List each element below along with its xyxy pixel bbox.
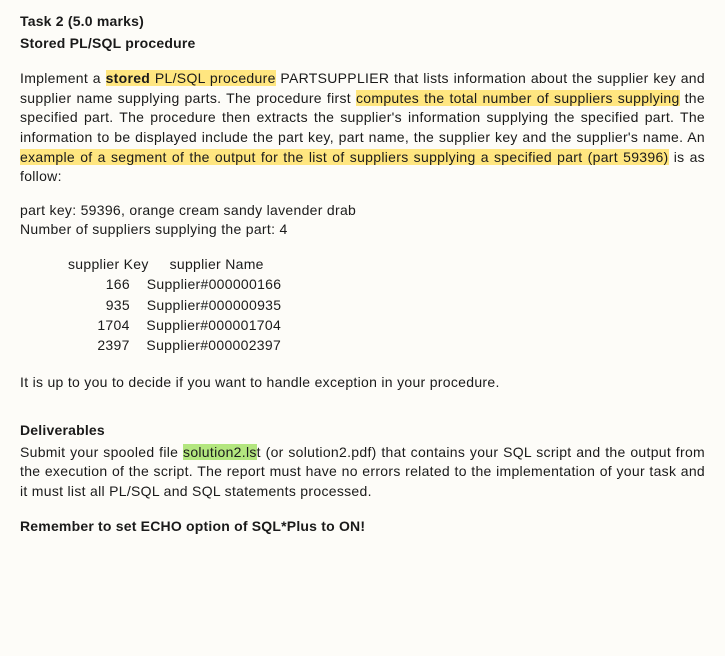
table-row: 935 Supplier#000000935 [68, 295, 705, 315]
output-line-1: part key: 59396, orange cream sandy lave… [20, 201, 705, 221]
remember-note: Remember to set ECHO option of SQL*Plus … [20, 517, 705, 537]
highlight-stored: stored [106, 70, 151, 86]
intro-paragraph: Implement a stored PL/SQL procedure PART… [20, 69, 705, 187]
supplier-table: supplier Key supplier Name 166 Supplier#… [68, 254, 705, 355]
output-block: part key: 59396, orange cream sandy lave… [20, 201, 705, 240]
table-row: 1704 Supplier#000001704 [68, 315, 705, 335]
highlight-procedure: PL/SQL procedure [150, 70, 275, 86]
highlight-computes: computes the total number of suppliers s… [356, 90, 680, 106]
deliverables-heading: Deliverables [20, 421, 705, 441]
text: PARTSUPPLIE [276, 70, 379, 86]
text: Submit your spooled file [20, 444, 183, 460]
table-row: 2397 Supplier#000002397 [68, 335, 705, 355]
task-subtitle: Stored PL/SQL procedure [20, 34, 705, 54]
exception-note: It is up to you to decide if you want to… [20, 373, 705, 393]
deliverables-paragraph: Submit your spooled file solution2.lst (… [20, 443, 705, 502]
highlight-example: example of a segment of the output for t… [20, 149, 669, 165]
output-line-2: Number of suppliers supplying the part: … [20, 220, 705, 240]
highlight-solution-file: solution2.ls [183, 444, 257, 460]
text: Implement a [20, 70, 106, 86]
table-header: supplier Key supplier Name [68, 254, 705, 274]
task-title: Task 2 (5.0 marks) [20, 12, 705, 32]
table-row: 166 Supplier#000000166 [68, 274, 705, 294]
